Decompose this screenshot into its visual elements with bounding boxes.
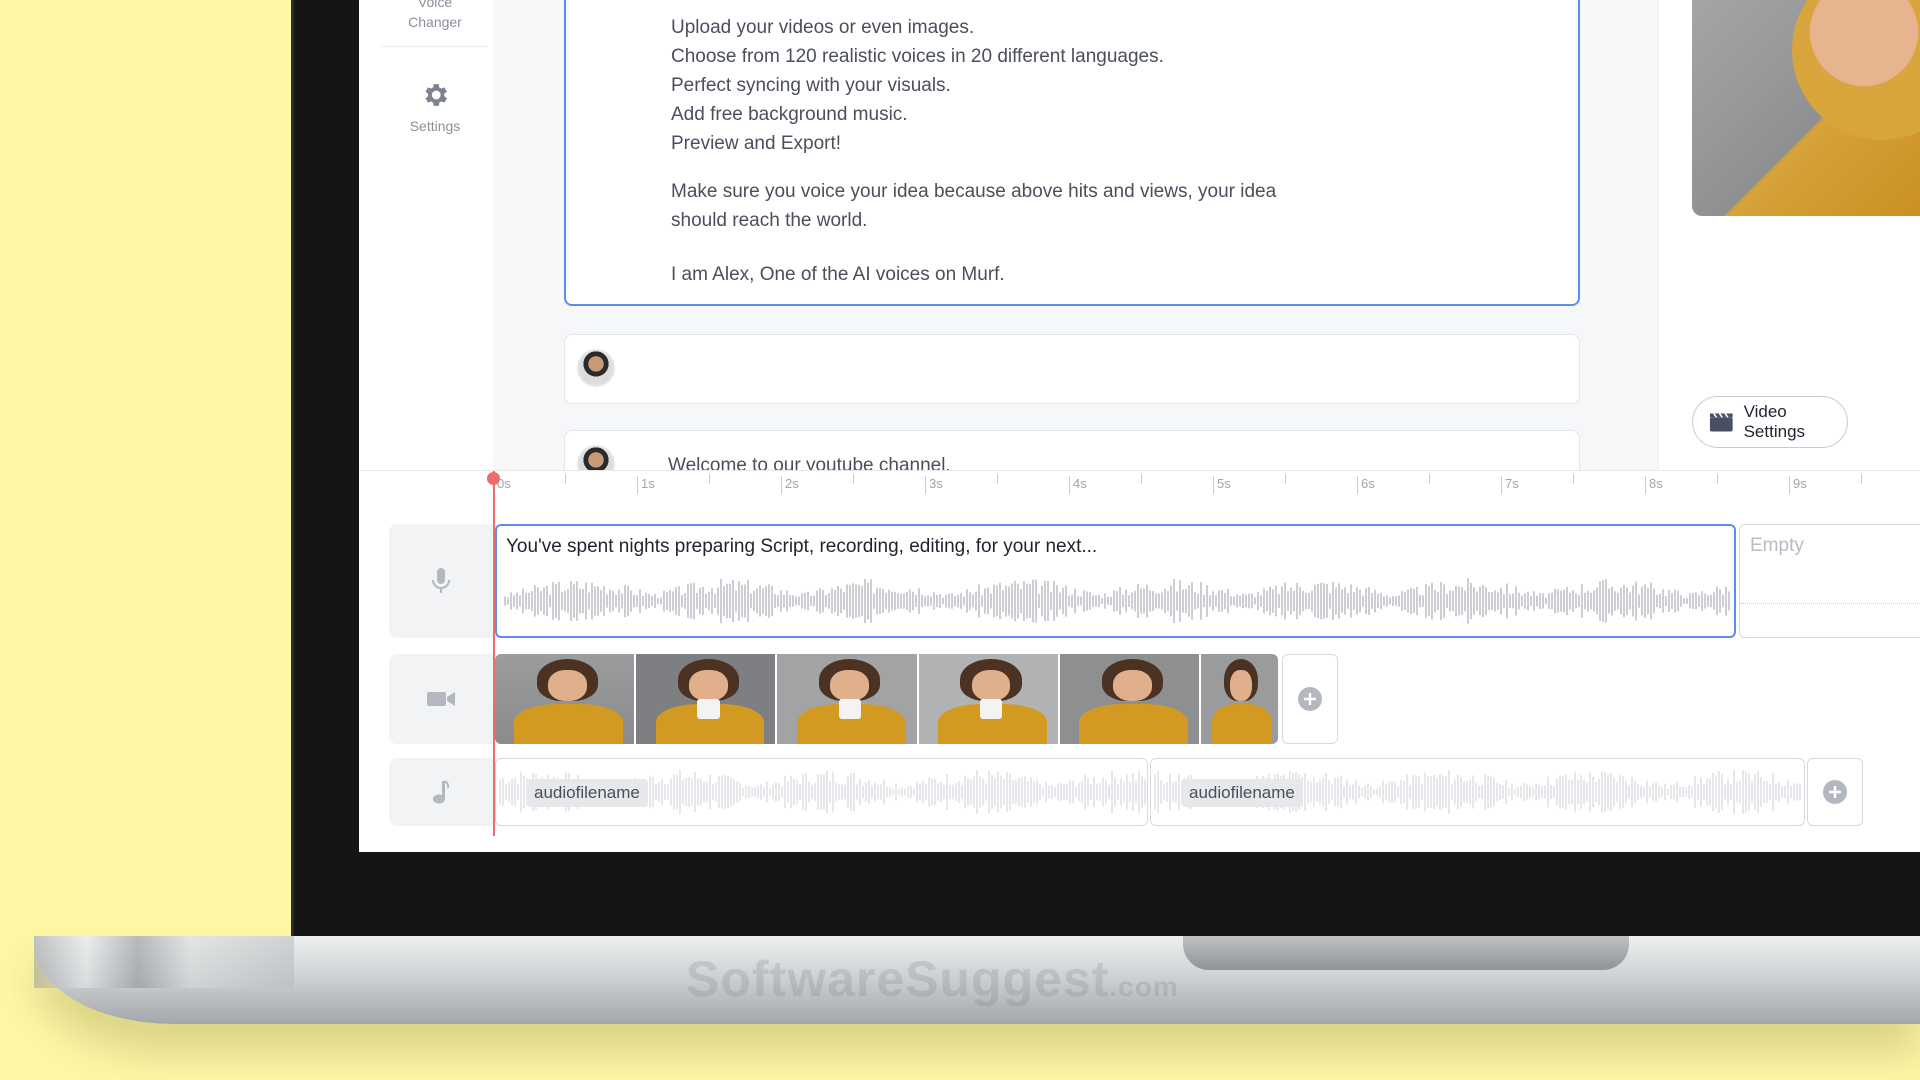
ruler-minor-tick: [1141, 474, 1142, 484]
plus-circle-icon: [1823, 780, 1847, 804]
gear-icon: [425, 84, 447, 106]
video-thumbnail[interactable]: [1201, 654, 1278, 744]
video-thumbnail[interactable]: [495, 654, 637, 744]
empty-clip-line: [1740, 603, 1920, 604]
video-settings-button[interactable]: Video Settings: [1692, 396, 1848, 448]
preview-panel: Video Settings: [1658, 0, 1920, 470]
sidebar-item-label: Settings: [409, 118, 461, 134]
voice-avatar[interactable]: [577, 349, 615, 387]
video-thumbnail[interactable]: [918, 654, 1060, 744]
music-note-icon: [433, 780, 450, 804]
app-screen: Voice Changer Settings Upload your video…: [359, 0, 1920, 852]
ruler-label: 2s: [781, 476, 799, 494]
microphone-icon: [432, 568, 450, 593]
ruler-minor-tick: [1573, 474, 1574, 484]
music-clip-label: audiofilename: [1181, 779, 1303, 807]
ruler-minor-tick: [997, 474, 998, 484]
music-clip-label: audiofilename: [526, 779, 648, 807]
plus-circle-icon: [1298, 687, 1322, 711]
sidebar-item-label: Changer: [408, 14, 462, 30]
voice-clip-text: You've spent nights preparing Script, re…: [506, 536, 1098, 557]
ruler-label: 1s: [637, 476, 655, 494]
script-line: Preview and Export!: [671, 133, 842, 154]
ruler-minor-tick: [1285, 474, 1286, 484]
watermark: SoftwareSuggest.com: [686, 951, 1179, 1007]
ruler-label: 5s: [1213, 476, 1231, 494]
ruler-minor-tick: [565, 474, 566, 484]
voice-clip[interactable]: You've spent nights preparing Script, re…: [495, 524, 1736, 638]
video-thumbnail[interactable]: [777, 654, 919, 744]
script-line: Add free background music.: [671, 104, 908, 125]
playhead[interactable]: [493, 471, 495, 836]
sidebar-item-label: Voice: [417, 0, 453, 10]
script-block-active[interactable]: Upload your videos or even images. Choos…: [564, 0, 1580, 306]
video-camera-icon: [427, 692, 455, 706]
sidebar-item-voice-changer[interactable]: Voice Changer: [381, 0, 489, 47]
add-music-button[interactable]: [1807, 758, 1863, 826]
voice-waveform: [504, 578, 1730, 624]
sidebar-item-settings[interactable]: Settings: [381, 80, 489, 134]
music-clip[interactable]: audiofilename: [495, 758, 1148, 826]
empty-voice-clip[interactable]: Empty: [1739, 524, 1920, 638]
script-line: Make sure you voice your idea because ab…: [671, 181, 1277, 202]
clapperboard-icon: [1709, 413, 1733, 432]
sidebar: Voice Changer Settings: [359, 0, 493, 470]
script-line: Upload your videos or even images.: [671, 17, 975, 38]
empty-clip-text: Empty: [1750, 535, 1804, 556]
voice-track-label: [389, 524, 493, 638]
ruler-minor-tick: [853, 474, 854, 484]
music-track-label: [389, 758, 493, 826]
script-line: Perfect syncing with your visuals.: [671, 75, 951, 96]
ruler-minor-tick: [1429, 474, 1430, 484]
script-line: should reach the world.: [671, 210, 868, 231]
add-video-button[interactable]: [1282, 654, 1338, 744]
ruler-minor-tick: [1861, 474, 1862, 484]
ruler-minor-tick: [709, 474, 710, 484]
video-thumbnail[interactable]: [636, 654, 778, 744]
video-preview[interactable]: [1692, 0, 1920, 216]
playhead-handle[interactable]: [487, 472, 500, 485]
timeline-ruler[interactable]: 0s 1s 2s 3s 4s 5s 6s 7s 8s 9s: [493, 471, 1920, 499]
script-line: Choose from 120 realistic voices in 20 d…: [671, 46, 1164, 67]
video-track-label: [389, 654, 493, 744]
script-editor: Upload your videos or even images. Choos…: [493, 0, 1658, 500]
ruler-label: 8s: [1645, 476, 1663, 494]
ruler-label: 6s: [1357, 476, 1375, 494]
script-block[interactable]: [564, 334, 1580, 404]
video-settings-label: Video Settings: [1743, 402, 1806, 441]
ruler-minor-tick: [1717, 474, 1718, 484]
video-track: [495, 654, 1278, 744]
ruler-label: 7s: [1501, 476, 1519, 494]
ruler-label: 9s: [1789, 476, 1807, 494]
video-thumbnail[interactable]: [1059, 654, 1202, 744]
music-clip[interactable]: audiofilename: [1150, 758, 1805, 826]
script-line: I am Alex, One of the AI voices on Murf.: [671, 264, 1005, 285]
laptop-notch: [1183, 936, 1629, 970]
ruler-label: 3s: [925, 476, 943, 494]
timeline: 0s 1s 2s 3s 4s 5s 6s 7s 8s 9s You've spe…: [359, 470, 1920, 852]
ruler-label: 4s: [1069, 476, 1087, 494]
